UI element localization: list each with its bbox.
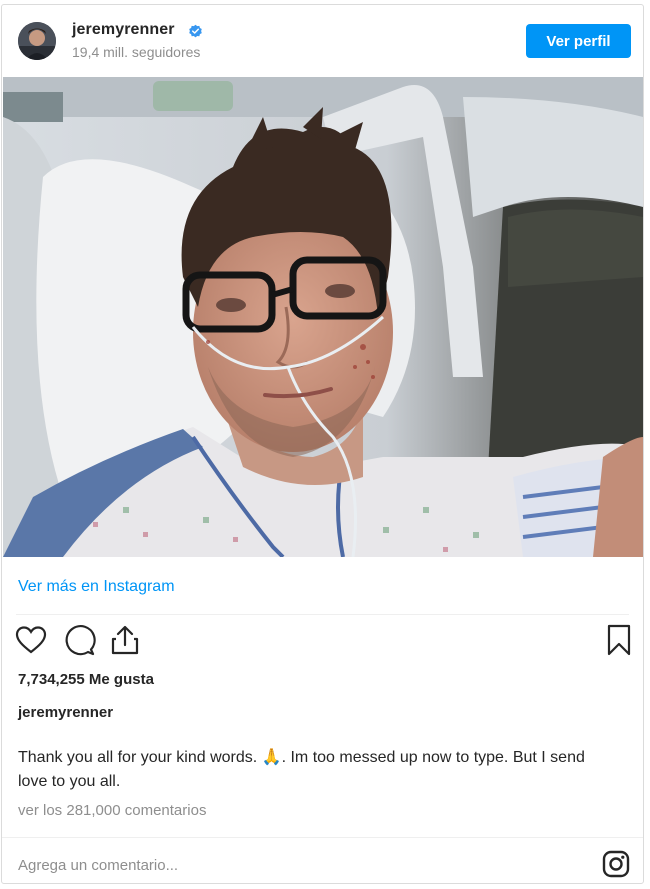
post-photo[interactable] — [3, 77, 643, 557]
instagram-embed-card: jeremyrenner 19,4 mill. seguidores Ver p… — [1, 4, 644, 884]
follower-count: 19,4 mill. seguidores — [72, 44, 201, 60]
caption-username[interactable]: jeremyrenner — [18, 704, 113, 721]
praying-hands-emoji: 🙏 — [261, 749, 282, 766]
like-count[interactable]: 7,734,255 Me gusta — [18, 671, 154, 688]
caption-text: Thank you all for your kind words. 🙏. Im… — [18, 746, 618, 794]
view-all-comments-link[interactable]: ver los 281,000 comentarios — [18, 802, 206, 819]
instagram-logo-icon[interactable] — [601, 849, 631, 879]
comment-input[interactable] — [16, 851, 540, 879]
username[interactable]: jeremyrenner — [72, 21, 175, 39]
verified-badge-icon — [189, 24, 202, 38]
caption-text-part1: Thank you all for your kind words. — [18, 749, 262, 766]
bookmark-icon[interactable] — [602, 623, 636, 657]
post-header: jeremyrenner 19,4 mill. seguidores Ver p… — [2, 5, 643, 75]
avatar-image — [18, 22, 56, 60]
divider — [16, 614, 629, 615]
view-profile-button[interactable]: Ver perfil — [526, 24, 631, 58]
share-icon[interactable] — [108, 623, 142, 657]
heart-icon[interactable] — [14, 623, 48, 657]
comment-icon[interactable] — [62, 623, 96, 657]
avatar[interactable] — [18, 22, 56, 60]
see-more-on-instagram-link[interactable]: Ver más en Instagram — [18, 578, 175, 596]
divider — [2, 837, 643, 838]
